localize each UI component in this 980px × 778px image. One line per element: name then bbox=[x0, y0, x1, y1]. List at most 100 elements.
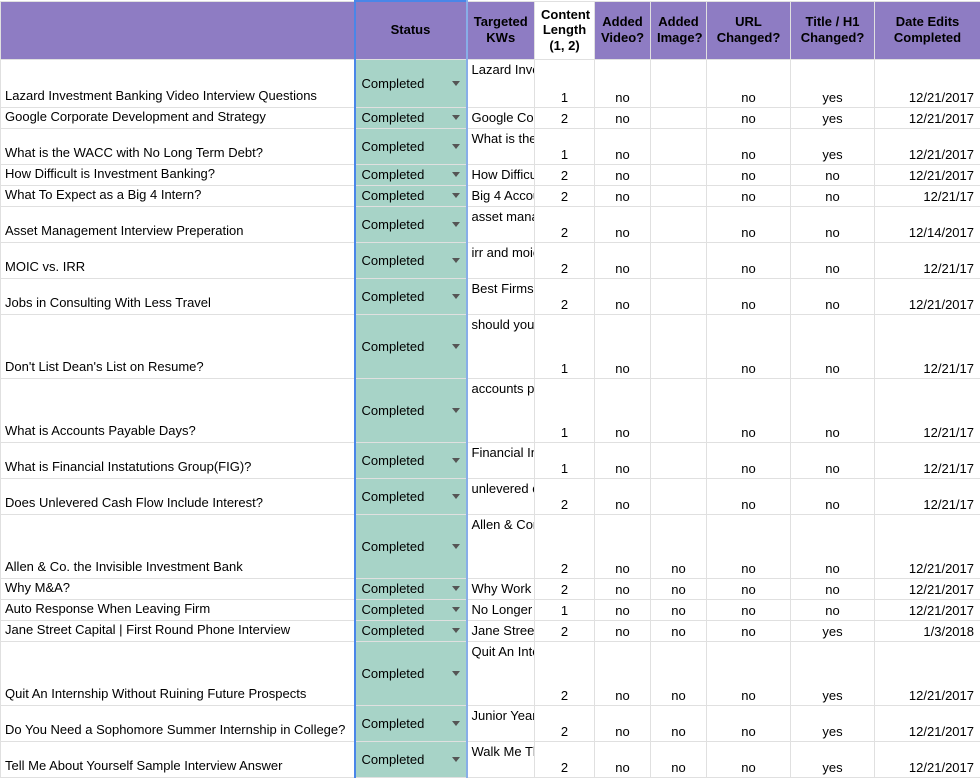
chevron-down-icon[interactable] bbox=[452, 144, 460, 149]
cell-added-image[interactable]: no bbox=[651, 741, 707, 777]
cell-status-dropdown[interactable]: Completed bbox=[355, 578, 467, 599]
cell-title[interactable]: Tell Me About Yourself Sample Interview … bbox=[1, 741, 355, 777]
cell-added-video[interactable]: no bbox=[595, 599, 651, 620]
cell-title[interactable]: Why M&A? bbox=[1, 578, 355, 599]
cell-title[interactable]: Jane Street Capital | First Round Phone … bbox=[1, 620, 355, 641]
table-row[interactable]: How Difficult is Investment Banking?Comp… bbox=[1, 164, 980, 185]
cell-status-dropdown[interactable]: Completed bbox=[355, 378, 467, 442]
cell-date-completed[interactable]: 12/21/2017 bbox=[875, 599, 980, 620]
table-row[interactable]: Google Corporate Development and Strateg… bbox=[1, 107, 980, 128]
chevron-down-icon[interactable] bbox=[452, 757, 460, 762]
table-row[interactable]: What is the WACC with No Long Term Debt?… bbox=[1, 128, 980, 164]
cell-added-image[interactable] bbox=[651, 478, 707, 514]
cell-status-dropdown[interactable]: Completed bbox=[355, 278, 467, 314]
cell-status-dropdown[interactable]: Completed bbox=[355, 705, 467, 741]
cell-h1-changed[interactable]: no bbox=[791, 578, 875, 599]
chevron-down-icon[interactable] bbox=[452, 258, 460, 263]
cell-added-video[interactable]: no bbox=[595, 59, 651, 107]
table-row[interactable]: Don't List Dean's List on Resume?Complet… bbox=[1, 314, 980, 378]
cell-date-completed[interactable]: 12/21/17 bbox=[875, 478, 980, 514]
cell-targeted-kws[interactable]: asset manage bbox=[467, 206, 535, 242]
cell-added-image[interactable] bbox=[651, 128, 707, 164]
chevron-down-icon[interactable] bbox=[452, 193, 460, 198]
cell-added-video[interactable]: no bbox=[595, 314, 651, 378]
cell-url-changed[interactable]: no bbox=[707, 620, 791, 641]
cell-status-dropdown[interactable]: Completed bbox=[355, 599, 467, 620]
cell-content-length[interactable]: 1 bbox=[535, 314, 595, 378]
cell-h1-changed[interactable]: no bbox=[791, 442, 875, 478]
cell-content-length[interactable]: 2 bbox=[535, 578, 595, 599]
header-title-col[interactable] bbox=[1, 1, 355, 59]
cell-status-dropdown[interactable]: Completed bbox=[355, 478, 467, 514]
cell-status-dropdown[interactable]: Completed bbox=[355, 242, 467, 278]
header-video-col[interactable]: Added Video? bbox=[595, 1, 651, 59]
cell-content-length[interactable]: 2 bbox=[535, 278, 595, 314]
cell-targeted-kws[interactable]: Allen & Comp bbox=[467, 514, 535, 578]
cell-targeted-kws[interactable]: Walk Me Thro bbox=[467, 741, 535, 777]
cell-h1-changed[interactable]: yes bbox=[791, 641, 875, 705]
header-status-col[interactable]: Status bbox=[355, 1, 467, 59]
cell-added-video[interactable]: no bbox=[595, 206, 651, 242]
cell-targeted-kws[interactable]: Jane Street C bbox=[467, 620, 535, 641]
header-h1-col[interactable]: Title / H1 Changed? bbox=[791, 1, 875, 59]
cell-status-dropdown[interactable]: Completed bbox=[355, 206, 467, 242]
cell-targeted-kws[interactable]: irr and moic,m bbox=[467, 242, 535, 278]
cell-title[interactable]: Don't List Dean's List on Resume? bbox=[1, 314, 355, 378]
cell-url-changed[interactable]: no bbox=[707, 278, 791, 314]
cell-added-image[interactable] bbox=[651, 242, 707, 278]
cell-h1-changed[interactable]: no bbox=[791, 599, 875, 620]
cell-added-image[interactable] bbox=[651, 185, 707, 206]
cell-url-changed[interactable]: no bbox=[707, 478, 791, 514]
cell-title[interactable]: What is Financial Instatutions Group(FIG… bbox=[1, 442, 355, 478]
cell-url-changed[interactable]: no bbox=[707, 164, 791, 185]
cell-targeted-kws[interactable]: Junior Year IB bbox=[467, 705, 535, 741]
cell-h1-changed[interactable]: no bbox=[791, 164, 875, 185]
cell-added-image[interactable] bbox=[651, 59, 707, 107]
chevron-down-icon[interactable] bbox=[452, 721, 460, 726]
cell-date-completed[interactable]: 12/21/2017 bbox=[875, 705, 980, 741]
cell-added-image[interactable]: no bbox=[651, 599, 707, 620]
cell-url-changed[interactable]: no bbox=[707, 599, 791, 620]
spreadsheet[interactable]: Status Targeted KWs Content Length (1, 2… bbox=[0, 0, 980, 778]
cell-status-dropdown[interactable]: Completed bbox=[355, 741, 467, 777]
cell-targeted-kws[interactable]: How Difficult i bbox=[467, 164, 535, 185]
cell-date-completed[interactable]: 12/21/2017 bbox=[875, 278, 980, 314]
chevron-down-icon[interactable] bbox=[452, 344, 460, 349]
table-row[interactable]: Do You Need a Sophomore Summer Internshi… bbox=[1, 705, 980, 741]
cell-content-length[interactable]: 2 bbox=[535, 641, 595, 705]
header-kws-col[interactable]: Targeted KWs bbox=[467, 1, 535, 59]
cell-date-completed[interactable]: 12/21/2017 bbox=[875, 641, 980, 705]
cell-content-length[interactable]: 1 bbox=[535, 599, 595, 620]
cell-date-completed[interactable]: 12/21/17 bbox=[875, 378, 980, 442]
cell-url-changed[interactable]: no bbox=[707, 206, 791, 242]
cell-url-changed[interactable]: no bbox=[707, 59, 791, 107]
cell-date-completed[interactable]: 12/21/2017 bbox=[875, 107, 980, 128]
table-row[interactable]: Quit An Internship Without Ruining Futur… bbox=[1, 641, 980, 705]
table-row[interactable]: What is Financial Instatutions Group(FIG… bbox=[1, 442, 980, 478]
cell-h1-changed[interactable]: no bbox=[791, 514, 875, 578]
cell-status-dropdown[interactable]: Completed bbox=[355, 164, 467, 185]
cell-content-length[interactable]: 1 bbox=[535, 59, 595, 107]
cell-added-image[interactable] bbox=[651, 378, 707, 442]
cell-targeted-kws[interactable]: accounts pay bbox=[467, 378, 535, 442]
cell-date-completed[interactable]: 12/21/2017 bbox=[875, 164, 980, 185]
cell-url-changed[interactable]: no bbox=[707, 442, 791, 478]
cell-added-video[interactable]: no bbox=[595, 641, 651, 705]
table-row[interactable]: Jane Street Capital | First Round Phone … bbox=[1, 620, 980, 641]
table-row[interactable]: Auto Response When Leaving FirmCompleted… bbox=[1, 599, 980, 620]
chevron-down-icon[interactable] bbox=[452, 494, 460, 499]
cell-date-completed[interactable]: 12/14/2017 bbox=[875, 206, 980, 242]
cell-added-video[interactable]: no bbox=[595, 164, 651, 185]
cell-date-completed[interactable]: 12/21/2017 bbox=[875, 128, 980, 164]
cell-added-video[interactable]: no bbox=[595, 578, 651, 599]
cell-content-length[interactable]: 2 bbox=[535, 206, 595, 242]
cell-targeted-kws[interactable]: Big 4 Account bbox=[467, 185, 535, 206]
cell-added-video[interactable]: no bbox=[595, 185, 651, 206]
cell-h1-changed[interactable]: yes bbox=[791, 620, 875, 641]
chevron-down-icon[interactable] bbox=[452, 544, 460, 549]
cell-added-image[interactable]: no bbox=[651, 578, 707, 599]
cell-added-image[interactable]: no bbox=[651, 514, 707, 578]
table-row[interactable]: Does Unlevered Cash Flow Include Interes… bbox=[1, 478, 980, 514]
cell-title[interactable]: MOIC vs. IRR bbox=[1, 242, 355, 278]
header-url-col[interactable]: URL Changed? bbox=[707, 1, 791, 59]
